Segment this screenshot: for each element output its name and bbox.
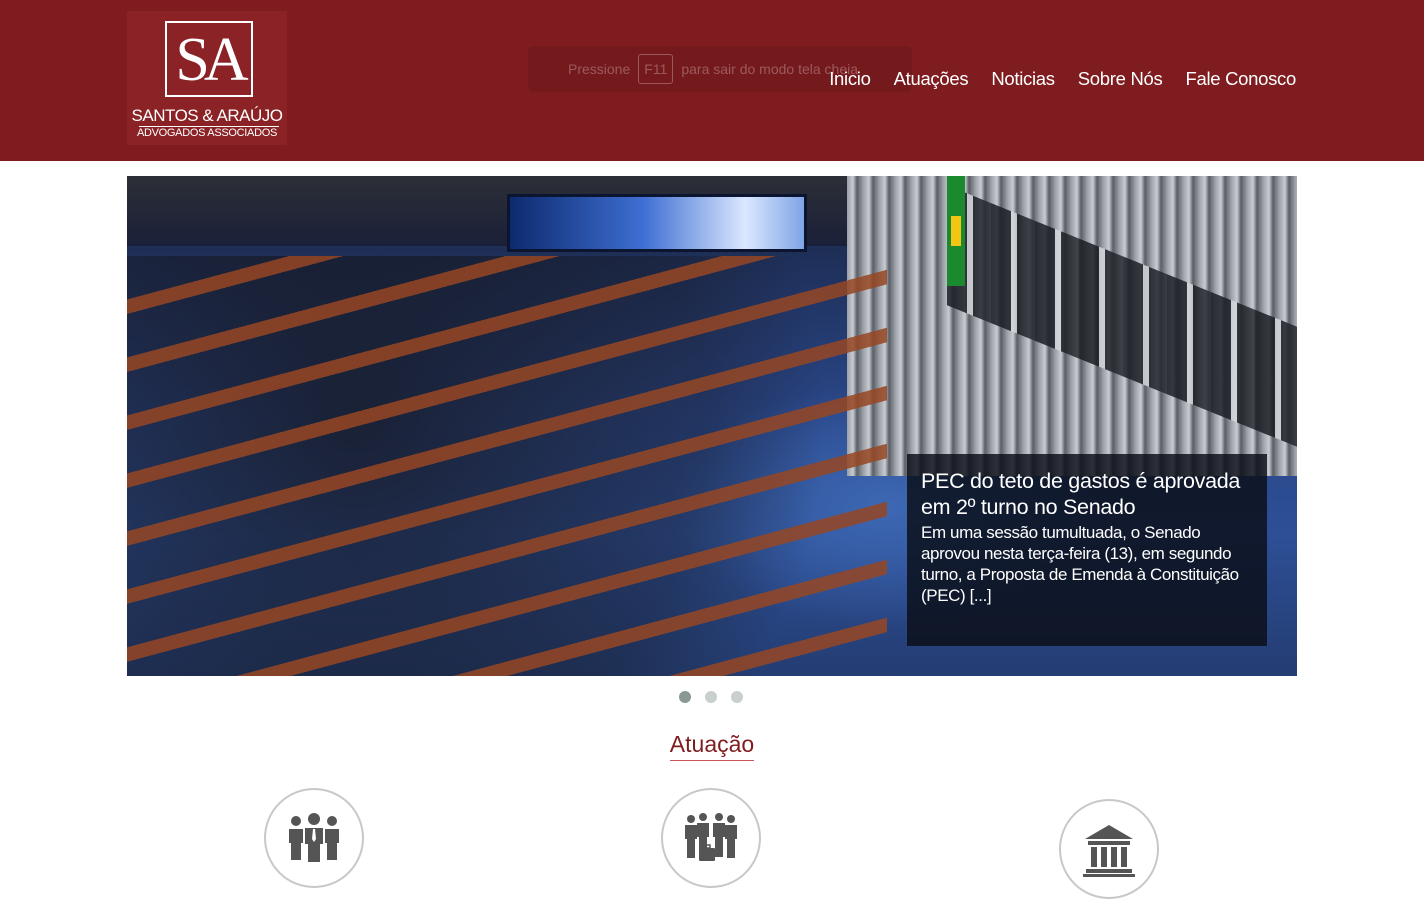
- logo-tagline: ADVOGADOS ASSOCIADOS: [136, 127, 278, 139]
- section-heading: Atuação: [0, 731, 1424, 761]
- site-logo[interactable]: SA SANTOS & ARAÚJO ADVOGADOS ASSOCIADOS: [127, 11, 287, 145]
- fullscreen-notice-key: F11: [638, 54, 674, 84]
- group-people-icon: [289, 813, 339, 862]
- hero-slider[interactable]: PEC do teto de gastos é aprovada em 2º t…: [127, 176, 1297, 676]
- slider-pagination: [679, 691, 743, 703]
- logo-firm-name: SANTOS & ARAÚJO: [131, 106, 283, 125]
- site-header: SA SANTOS & ARAÚJO ADVOGADOS ASSOCIADOS …: [0, 0, 1424, 161]
- logo-monogram: SA: [175, 26, 248, 94]
- nav-item-sobre-nos[interactable]: Sobre Nós: [1078, 68, 1163, 90]
- nav-item-noticias[interactable]: Noticias: [991, 68, 1055, 90]
- practice-area-2[interactable]: [661, 788, 761, 888]
- slide-caption-title[interactable]: PEC do teto de gastos é aprovada em 2º t…: [921, 468, 1253, 520]
- slide-caption[interactable]: PEC do teto de gastos é aprovada em 2º t…: [907, 454, 1267, 646]
- nav-item-inicio[interactable]: Inicio: [829, 68, 871, 90]
- courthouse-icon: [1083, 825, 1135, 877]
- practice-area-3[interactable]: [1059, 799, 1159, 899]
- hero-image-plenary: [127, 256, 887, 676]
- practice-area-1[interactable]: [264, 788, 364, 888]
- nav-item-fale-conosco[interactable]: Fale Conosco: [1185, 68, 1296, 90]
- slider-dot-2[interactable]: [705, 691, 717, 703]
- slider-dot-1[interactable]: [679, 691, 691, 703]
- hero-image-flag-detail: [951, 216, 961, 246]
- section-title-atuacao: Atuação: [669, 731, 755, 761]
- nav-item-atuacoes[interactable]: Atuações: [894, 68, 969, 90]
- business-people-icon: [685, 813, 737, 861]
- main-nav: Inicio Atuações Noticias Sobre Nós Fale …: [829, 68, 1296, 90]
- logo-mark-box: SA: [165, 21, 253, 97]
- slide-caption-text: Em uma sessão tumultuada, o Senado aprov…: [921, 523, 1239, 605]
- fullscreen-notice-before: Pressione: [568, 61, 631, 77]
- slider-dot-3[interactable]: [731, 691, 743, 703]
- hero-image-panel: [507, 194, 807, 252]
